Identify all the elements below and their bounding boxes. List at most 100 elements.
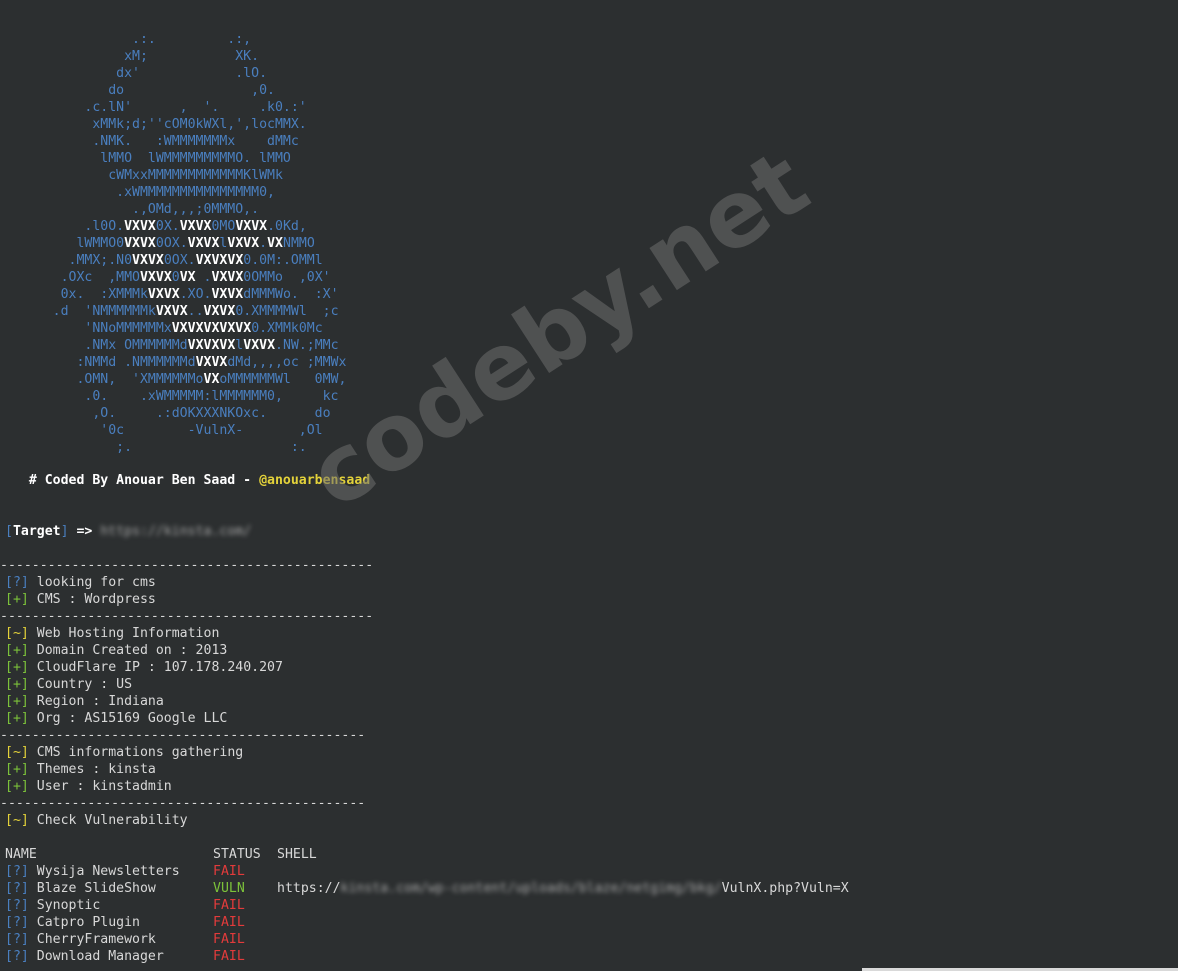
log-line: [+] Org : AS15169 Google LLC [5,710,227,727]
row-marker: [?] [5,915,29,930]
ascii-art-line: .,OMd,,,;0MMMO,. [5,202,260,217]
row-status: FAIL [213,949,245,964]
ascii-art-line: dx' .lO. [5,66,268,81]
log-text: User : kinstadmin [28,779,172,794]
log-marker: [+] [5,762,29,777]
log-line: [~] Web Hosting Information [5,625,219,642]
separator-4: ----------------------------------------… [0,796,366,811]
target-line: [Target] => https://kinsta.com/ [5,523,251,540]
log-text: Region : Indiana [28,694,164,709]
separator-1: ----------------------------------------… [0,558,374,573]
row-status: FAIL [213,898,245,913]
row-shell-url[interactable]: https://kinsta.com/wp-content/uploads/bl… [277,880,849,897]
log-line: [+] User : kinstadmin [5,778,172,795]
row-marker: [?] [5,898,29,913]
shell-url-prefix: https:// [277,881,341,896]
log-line: [+] Domain Created on : 2013 [5,642,227,659]
ascii-art-line: .0. .xWMMMMM:lMMMMMM0, kc [5,389,339,404]
log-text: Web Hosting Information [28,626,220,641]
row-status: FAIL [213,932,245,947]
row-marker: [?] [5,864,29,879]
table-row: [?] Wysija Newsletters [5,863,180,880]
vuln-header-marker: [~] [5,813,29,828]
col-name-header: NAME [5,847,37,862]
ascii-art-line: .c.lN' , '. .k0.:' [5,100,307,115]
vuln-header-text: Check Vulnerability [28,813,188,828]
log-marker: [+] [5,592,29,607]
ascii-art-line: xMMk;d;''cOM0kWXl,',locMMX. [5,117,307,132]
log-text: looking for cms [28,575,156,590]
row-name: Catpro Plugin [28,915,140,930]
target-label: Target [12,524,61,539]
log-text: CMS informations gathering [28,745,244,760]
log-marker: [+] [5,779,29,794]
row-status: FAIL [213,864,245,879]
log-line: [+] Country : US [5,676,132,693]
table-row: [?] CherryFramework [5,931,156,948]
table-row: [?] Catpro Plugin [5,914,140,931]
ascii-art-line: .d 'NMMMMMMkVXVX..VXVX0.XMMMMWl ;c [5,304,339,319]
log-text: Domain Created on : 2013 [28,643,228,658]
row-name: Blaze SlideShow [28,881,156,896]
log-text: Org : AS15169 Google LLC [28,711,228,726]
log-marker: [+] [5,694,29,709]
vuln-table-header: NAME [5,846,37,863]
log-marker: [+] [5,660,29,675]
col-status-header: STATUS [213,847,261,862]
credit-line: # Coded By Anouar Ben Saad - @anouarbens… [5,472,370,489]
ascii-art-line: do ,0. [5,83,275,98]
log-text: Country : US [28,677,133,692]
ascii-art-line: xM; XK. [5,49,260,64]
ascii-art-line: ;. :. [5,440,307,455]
row-status: FAIL [213,915,245,930]
log-line: [+] CMS : Wordpress [5,591,156,608]
row-marker: [?] [5,881,29,896]
row-name: Download Manager [28,949,164,964]
shell-url-suffix: VulnX.php?Vuln=X [721,881,849,896]
credit-prefix: # Coded By Anouar Ben Saad - [5,473,260,488]
ascii-art-line: lWMMO0VXVX0OX.VXVXlVXVX.VXNMMO [5,236,315,251]
log-marker: [+] [5,643,29,658]
credit-handle: @anouarbensaad [259,473,371,488]
ascii-art-line: .NMK. :WMMMMMMMx dMMc [5,134,299,149]
log-marker: [+] [5,677,29,692]
ascii-art-line: .MMX;.N0VXVX0OX.VXVXVX0.0M:.OMMl [5,253,323,268]
ascii-art-line: .l0O.VXVX0X.VXVX0MOVXVX.0Kd, [5,219,307,234]
ascii-art-line: 0x. :XMMMkVXVX.XO.VXVXdMMMWo. :X' [5,287,339,302]
vuln-check-header: [~] Check Vulnerability [5,812,188,829]
target-bracket-open: [ [5,524,13,539]
ascii-art-line: :NMMd .NMMMMMMdVXVXdMd,,,,oc ;MMWx [5,355,347,370]
row-name: Wysija Newsletters [28,864,180,879]
ascii-art-line: .OMN, 'XMMMMMMoVXoMMMMMMWl 0MW, [5,372,347,387]
log-marker: [~] [5,626,29,641]
log-line: [+] Themes : kinsta [5,761,156,778]
shell-url-redacted: kinsta.com/wp-content/uploads/blaze/netg… [340,881,722,896]
col-shell-header: SHELL [277,847,317,862]
log-line: [?] looking for cms [5,574,156,591]
separator-2: ----------------------------------------… [0,609,374,624]
ascii-art-line: cWMxxMMMMMMMMMMMMKlWMk [5,168,283,183]
target-arrow: => [68,524,101,539]
table-row: [?] Blaze SlideShow [5,880,156,897]
ascii-art-line: ,O. .:dOKXXXNKOxc. do [5,406,331,421]
ascii-art-line: lMMO lWMMMMMMMMMO. lMMO [5,151,291,166]
separator-3: ----------------------------------------… [0,728,366,743]
ascii-art-line: .NMx OMMMMMMdVXVXVXlVXVX.NW.;MMc [5,338,339,353]
ascii-art-line: .OXc ,MMOVXVX0VX .VXVX0OMMo ,0X' [5,270,331,285]
log-marker: [?] [5,575,29,590]
ascii-art-line: '0c -VulnX- ,Ol [5,423,323,438]
log-marker: [+] [5,711,29,726]
log-line: [+] CloudFlare IP : 107.178.240.207 [5,659,283,676]
log-marker: [~] [5,745,29,760]
terminal-window[interactable]: .:. .:, xM; XK. dx' .lO. do ,0. .c.lN' ,… [0,0,1178,971]
log-text: CloudFlare IP : 107.178.240.207 [28,660,283,675]
row-name: CherryFramework [28,932,156,947]
log-line: [~] CMS informations gathering [5,744,243,761]
row-marker: [?] [5,949,29,964]
target-bracket-close: ] [60,524,69,539]
ascii-art-line: 'NNoMMMMMMxVXVXVXVXVX0.XMMk0Mc [5,321,323,336]
row-marker: [?] [5,932,29,947]
log-text: CMS : Wordpress [28,592,156,607]
target-url-redacted: https://kinsta.com/ [100,524,252,539]
watermark: codeby.net [290,129,827,530]
